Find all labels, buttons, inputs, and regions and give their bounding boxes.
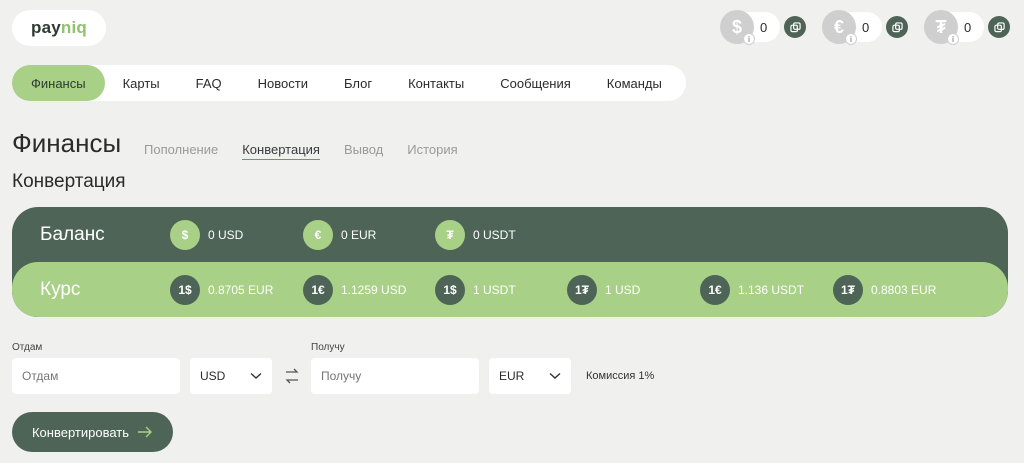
balance-rates-card: Баланс $ 0 USD € 0 EUR ₮ 0 USDT Курс 1$ … bbox=[12, 207, 1008, 317]
tether-icon: 1₮ bbox=[567, 274, 597, 305]
copy-icon[interactable] bbox=[988, 16, 1010, 38]
convert-button-label: Конвертировать bbox=[31, 424, 130, 440]
nav-item-cards[interactable]: Карты bbox=[105, 65, 178, 101]
info-icon: i bbox=[947, 33, 959, 45]
balance-label: Баланс bbox=[40, 223, 105, 245]
rate-eur-usd: 1€ 1.1259 USD bbox=[303, 274, 407, 305]
rate-value: 1 USDT bbox=[473, 282, 516, 297]
copy-icon[interactable] bbox=[886, 16, 908, 38]
get-label: Получу bbox=[311, 342, 345, 353]
euro-icon: 1€ bbox=[700, 274, 730, 305]
balance-value: 0 USD bbox=[208, 227, 244, 242]
rate-usd-usdt: 1$ 1 USDT bbox=[435, 274, 516, 305]
dollar-icon: $ i bbox=[720, 10, 755, 45]
get-currency-select[interactable]: EUR bbox=[489, 358, 571, 394]
give-label: Отдам bbox=[12, 342, 43, 353]
chevron-down-icon bbox=[250, 372, 262, 379]
rates-row: Курс 1$ 0.8705 EUR 1€ 1.1259 USD 1$ 1 US… bbox=[12, 262, 1008, 317]
wallet-usd: $ i 0 bbox=[720, 10, 806, 45]
nav-item-contacts[interactable]: Контакты bbox=[390, 65, 482, 101]
logo-text-part2: niq bbox=[60, 18, 87, 37]
give-currency-value: USD bbox=[200, 369, 226, 383]
get-amount-input[interactable] bbox=[311, 358, 479, 394]
rate-eur-usdt: 1€ 1.136 USDT bbox=[700, 274, 805, 305]
tether-icon: ₮ i bbox=[924, 10, 959, 45]
section-title: Конвертация bbox=[12, 171, 126, 192]
tab-conversion[interactable]: Конвертация bbox=[242, 142, 320, 160]
convert-button[interactable]: Конвертировать bbox=[12, 412, 173, 452]
dollar-icon: 1$ bbox=[170, 274, 200, 305]
rate-usd-eur: 1$ 0.8705 EUR bbox=[170, 274, 274, 305]
tether-icon: 1₮ bbox=[833, 274, 863, 305]
swap-icon[interactable] bbox=[284, 366, 300, 386]
nav-item-teams[interactable]: Команды bbox=[589, 65, 680, 101]
rate-usdt-usd: 1₮ 1 USD bbox=[567, 274, 641, 305]
rate-value: 1.1259 USD bbox=[341, 282, 407, 297]
arrow-right-icon bbox=[138, 426, 153, 438]
rate-value: 1 USD bbox=[605, 282, 641, 297]
finance-subtabs: Пополнение Конвертация Вывод История bbox=[144, 142, 458, 160]
get-currency-value: EUR bbox=[499, 369, 525, 383]
wallet-eur: € i 0 bbox=[822, 10, 908, 45]
balance-usd: $ 0 USD bbox=[170, 219, 244, 250]
nav-item-finance[interactable]: Финансы bbox=[12, 65, 105, 101]
rate-value: 0.8803 EUR bbox=[871, 282, 937, 297]
euro-icon: € i bbox=[822, 10, 857, 45]
rate-usdt-eur: 1₮ 0.8803 EUR bbox=[833, 274, 937, 305]
give-amount-input[interactable] bbox=[12, 358, 180, 394]
balance-row: Баланс $ 0 USD € 0 EUR ₮ 0 USDT bbox=[12, 207, 1008, 262]
chevron-down-icon bbox=[549, 372, 561, 379]
logo-text-part1: pay bbox=[31, 18, 61, 37]
rate-value: 0.8705 EUR bbox=[208, 282, 274, 297]
logo[interactable]: pay niq bbox=[12, 10, 106, 46]
dollar-icon: $ bbox=[170, 219, 200, 250]
wallet-usdt: ₮ i 0 bbox=[924, 10, 1010, 45]
fee-text: Комиссия 1% bbox=[586, 370, 655, 382]
rates-label: Курс bbox=[40, 278, 81, 300]
nav-item-news[interactable]: Новости bbox=[240, 65, 326, 101]
give-currency-select[interactable]: USD bbox=[190, 358, 272, 394]
balance-eur: € 0 EUR bbox=[303, 219, 377, 250]
dollar-icon: 1$ bbox=[435, 274, 465, 305]
tether-icon: ₮ bbox=[435, 219, 465, 250]
balance-usdt: ₮ 0 USDT bbox=[435, 219, 516, 250]
page-title: Финансы bbox=[12, 128, 122, 158]
info-icon: i bbox=[845, 33, 857, 45]
balance-value: 0 EUR bbox=[341, 227, 377, 242]
nav-item-messages[interactable]: Сообщения bbox=[482, 65, 589, 101]
main-nav: Финансы Карты FAQ Новости Блог Контакты … bbox=[12, 65, 686, 101]
nav-item-blog[interactable]: Блог bbox=[326, 65, 390, 101]
tab-history[interactable]: История bbox=[407, 142, 457, 160]
nav-item-faq[interactable]: FAQ bbox=[178, 65, 240, 101]
tab-deposit[interactable]: Пополнение bbox=[144, 142, 218, 160]
euro-icon: 1€ bbox=[303, 274, 333, 305]
rate-value: 1.136 USDT bbox=[738, 282, 805, 297]
balance-value: 0 USDT bbox=[473, 227, 516, 242]
euro-icon: € bbox=[303, 219, 333, 250]
tab-withdraw[interactable]: Вывод bbox=[344, 142, 383, 160]
copy-icon[interactable] bbox=[784, 16, 806, 38]
wallet-balances: $ i 0 € i 0 ₮ i 0 bbox=[720, 10, 1010, 45]
info-icon: i bbox=[743, 33, 755, 45]
